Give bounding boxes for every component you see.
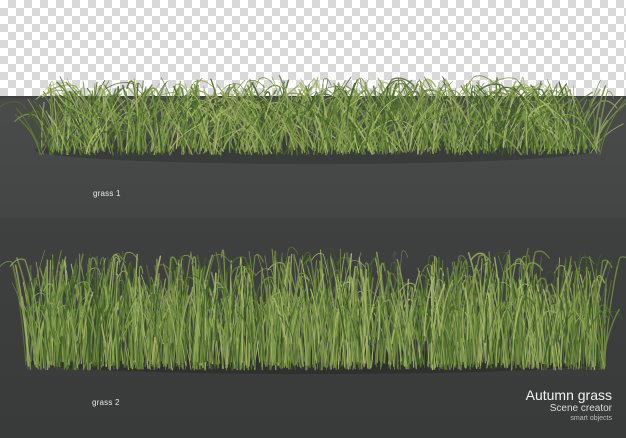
- grass-illustration: [0, 75, 626, 374]
- grass-clump-1: [0, 75, 626, 164]
- grass-blade: [89, 90, 91, 123]
- brand-block: Autumn grass Scene creator smart objects: [526, 387, 612, 423]
- grass-blade: [603, 256, 626, 370]
- brand-subtitle: Scene creator: [549, 403, 612, 414]
- scene-canvas: grass 1 grass 2 Autumn grass Scene creat…: [0, 0, 626, 438]
- grass-2-label: grass 2: [92, 398, 120, 407]
- grass-1-label: grass 1: [93, 189, 121, 198]
- brand-tagline: smart objects: [570, 415, 612, 422]
- grass-clump-2: [0, 246, 626, 374]
- brand-title: Autumn grass: [525, 387, 612, 403]
